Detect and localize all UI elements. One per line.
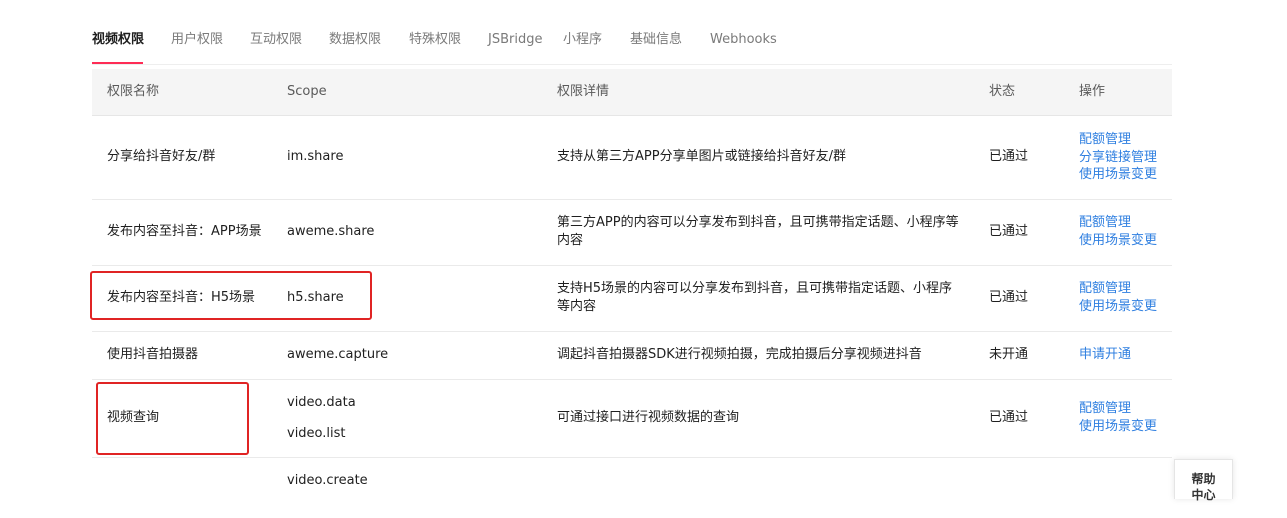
row-actions: 配额管理 使用场景变更	[1079, 400, 1157, 435]
table-row: video.create	[92, 458, 1172, 518]
help-center-label-line1: 帮助	[1191, 472, 1216, 486]
table-header: 权限名称 Scope 权限详情 状态 操作	[92, 69, 1172, 116]
tab-user-permission[interactable]: 用户权限	[171, 32, 223, 48]
help-center-button[interactable]: 帮助 中心	[1174, 459, 1233, 502]
tab-video-permission[interactable]: 视频权限	[92, 32, 144, 48]
quota-manage-link[interactable]: 配额管理	[1079, 131, 1157, 149]
permission-detail: 可通过接口进行视频数据的查询	[557, 410, 740, 425]
table-row: 使用抖音拍摄器 aweme.capture 调起抖音拍摄器SDK进行视频拍摄，完…	[92, 332, 1172, 380]
header-scope: Scope	[287, 84, 327, 99]
quota-manage-link[interactable]: 配额管理	[1079, 214, 1157, 232]
row-actions: 配额管理 使用场景变更	[1079, 214, 1157, 249]
tab-interaction-permission[interactable]: 互动权限	[250, 32, 302, 48]
tab-special-permission[interactable]: 特殊权限	[409, 32, 461, 48]
permission-detail: 调起抖音拍摄器SDK进行视频拍摄，完成拍摄后分享视频进抖音	[557, 347, 922, 362]
header-permission-name: 权限名称	[107, 84, 160, 99]
usage-scenario-change-link[interactable]: 使用场景变更	[1079, 298, 1157, 316]
table-row: 分享给抖音好友/群 im.share 支持从第三方APP分享单图片或链接给抖音好…	[92, 116, 1172, 200]
share-link-manage-link[interactable]: 分享链接管理	[1079, 149, 1157, 167]
table-row: 视频查询 video.data video.list 可通过接口进行视频数据的查…	[92, 380, 1172, 458]
permission-tabs: 视频权限 用户权限 互动权限 数据权限 特殊权限 JSBridge 小程序 基础…	[92, 22, 1172, 65]
usage-scenario-change-link[interactable]: 使用场景变更	[1079, 166, 1157, 184]
row-actions: 申请开通	[1079, 346, 1131, 364]
scope-value: video.data	[287, 395, 356, 410]
highlight-box-h5-share	[90, 271, 372, 320]
quota-manage-link[interactable]: 配额管理	[1079, 280, 1157, 298]
highlight-box-video-query	[96, 382, 249, 455]
tab-data-permission[interactable]: 数据权限	[329, 32, 381, 48]
status-text: 已通过	[989, 149, 1029, 164]
status-text: 已通过	[989, 410, 1029, 425]
active-tab-indicator	[92, 62, 143, 64]
permission-detail: 支持从第三方APP分享单图片或链接给抖音好友/群	[557, 149, 846, 164]
permission-detail: 第三方APP的内容可以分享发布到抖音，且可携带指定话题、小程序等内容	[557, 215, 959, 248]
header-permission-detail: 权限详情	[557, 84, 610, 99]
quota-manage-link[interactable]: 配额管理	[1079, 400, 1157, 418]
scope-value: aweme.share	[287, 224, 375, 239]
scope-value: video.list	[287, 426, 346, 441]
scope-value: im.share	[287, 149, 344, 164]
status-text: 已通过	[989, 290, 1029, 305]
status-text: 已通过	[989, 224, 1029, 239]
row-actions: 配额管理 分享链接管理 使用场景变更	[1079, 131, 1157, 184]
tab-webhooks[interactable]: Webhooks	[710, 32, 777, 48]
scope-value: video.create	[287, 473, 368, 488]
usage-scenario-change-link[interactable]: 使用场景变更	[1079, 418, 1157, 436]
tab-mini-program[interactable]: 小程序	[563, 32, 602, 48]
help-center-label-line2: 中心	[1191, 488, 1216, 502]
scope-value: aweme.capture	[287, 347, 389, 362]
usage-scenario-change-link[interactable]: 使用场景变更	[1079, 232, 1157, 250]
header-actions: 操作	[1079, 84, 1106, 99]
status-text: 未开通	[989, 347, 1029, 362]
tab-jsbridge[interactable]: JSBridge	[488, 32, 542, 48]
table-row: 发布内容至抖音：APP场景 aweme.share 第三方APP的内容可以分享发…	[92, 200, 1172, 266]
apply-open-link[interactable]: 申请开通	[1079, 346, 1131, 364]
permission-detail: 支持H5场景的内容可以分享发布到抖音，且可携带指定话题、小程序等内容	[557, 281, 953, 314]
permission-name: 发布内容至抖音：APP场景	[107, 224, 262, 239]
permission-name: 分享给抖音好友/群	[107, 149, 216, 164]
row-actions: 配额管理 使用场景变更	[1079, 280, 1157, 315]
tab-basic-info[interactable]: 基础信息	[630, 32, 682, 48]
permission-name: 使用抖音拍摄器	[107, 347, 199, 362]
header-status: 状态	[989, 84, 1016, 99]
